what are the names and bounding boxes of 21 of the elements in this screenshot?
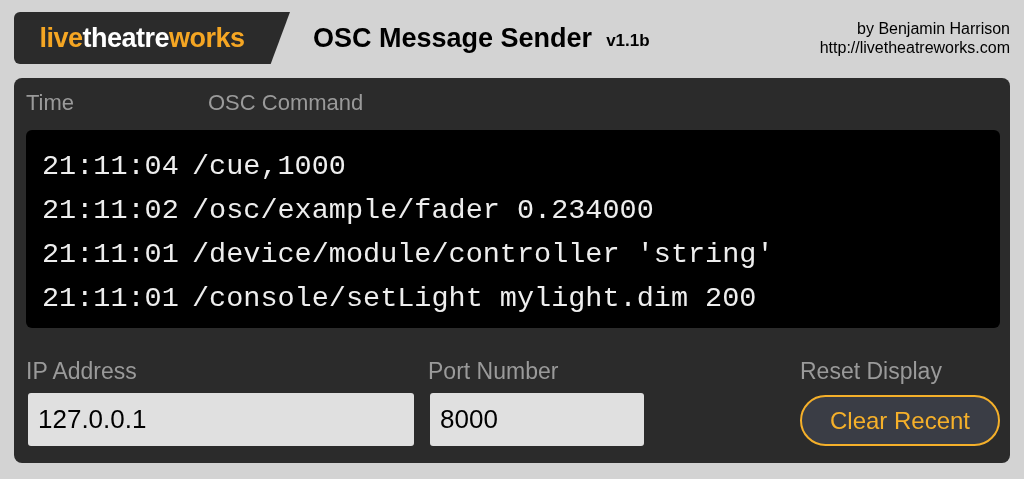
author-text: by Benjamin Harrison <box>856 19 1010 38</box>
column-header: OSC Command <box>208 90 364 117</box>
website-url: http://livetheatreworks.com <box>819 38 1010 57</box>
field-label: Port Number <box>428 358 560 386</box>
command-text: /device/module/controller 'string' <box>192 237 774 271</box>
command-text: /cue,1000 <box>192 149 346 183</box>
command-text: /osc/example/fader 0.234000 <box>192 193 654 227</box>
version-label: v1.1b <box>606 31 650 51</box>
field-label: IP Address <box>26 358 138 386</box>
logo: livetheatreworks <box>14 12 290 64</box>
input-field[interactable]: 8000 <box>430 393 644 446</box>
time-text: 21:11:02 <box>42 193 180 227</box>
command-text: /console/setLight mylight.dim 200 <box>192 281 757 315</box>
field-label: Reset Display <box>800 358 943 386</box>
time-text: 21:11:04 <box>42 149 180 183</box>
app-title: OSC Message Sender <box>313 22 593 54</box>
clear-button[interactable]: Clear Recent <box>800 395 1000 446</box>
input-field[interactable]: 127.0.0.1 <box>28 393 414 446</box>
time-text: 21:11:01 <box>42 281 180 315</box>
time-text: 21:11:01 <box>42 237 180 271</box>
column-header: Time <box>26 90 76 117</box>
